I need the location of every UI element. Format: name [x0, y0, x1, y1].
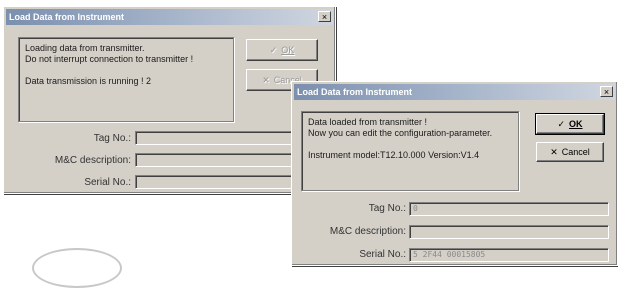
message-line: Data transmission is running ! 2 [25, 76, 152, 86]
close-icon[interactable]: × [600, 86, 613, 97]
message-line: Instrument model:T12.10.000 Version:V1.4 [308, 150, 480, 160]
close-icon[interactable]: × [318, 11, 331, 22]
serial-field[interactable]: 5 2F44 00015805 [409, 248, 609, 262]
x-icon: ✕ [262, 75, 270, 85]
ok-label: OK [281, 45, 295, 55]
check-icon: ✓ [557, 119, 566, 129]
dialog-title: Load Data from Instrument [9, 12, 125, 22]
check-icon: ✓ [269, 45, 278, 55]
ok-button[interactable]: ✓ OK [246, 39, 318, 61]
mc-description-label: M&C description: [54, 155, 131, 166]
message-line: Do not interrupt connection to transmitt… [25, 54, 194, 64]
message-line: Data loaded from transmitter ! [308, 117, 428, 127]
load-data-dialog-background: Load Data from Instrument × Loading data… [3, 6, 336, 194]
message-line: Now you can edit the configuration-param… [308, 128, 493, 138]
mc-description-label: M&C description: [329, 226, 406, 237]
status-message-box: Data loaded from transmitter ! Now you c… [301, 111, 519, 191]
serial-label: Serial No.: [359, 249, 406, 260]
cancel-button[interactable]: ✕ Cancel [536, 142, 604, 162]
message-blank [25, 65, 227, 76]
dialog-titlebar: Load Data from Instrument [294, 84, 615, 100]
message-line: Loading data from transmitter. [25, 43, 145, 53]
message-blank [308, 139, 512, 150]
tag-label: Tag No.: [93, 133, 131, 144]
tag-label: Tag No.: [368, 203, 406, 214]
ok-label: OK [569, 119, 583, 129]
status-message-box: Loading data from transmitter. Do not in… [18, 37, 234, 122]
decorative-arc [32, 248, 122, 288]
tag-field[interactable]: 0 [409, 202, 609, 216]
dialog-title: Load Data from Instrument [297, 87, 413, 97]
serial-label: Serial No.: [84, 177, 131, 188]
x-icon: ✕ [550, 147, 558, 157]
load-data-dialog-foreground: Load Data from Instrument × Data loaded … [291, 81, 618, 266]
cancel-label: Cancel [561, 147, 590, 157]
mc-description-field[interactable] [409, 225, 609, 239]
ok-button[interactable]: ✓ OK [535, 113, 605, 135]
dialog-titlebar: Load Data from Instrument [6, 9, 333, 25]
